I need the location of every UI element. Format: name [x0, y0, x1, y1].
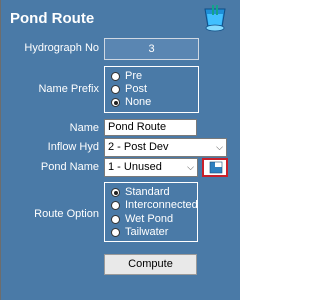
- panel-title: Pond Route: [10, 10, 95, 27]
- name-prefix-option-none[interactable]: None: [111, 97, 151, 108]
- radio-button[interactable]: [111, 228, 120, 237]
- pond-name-dropdown[interactable]: 1 - Unused ⌵: [104, 158, 198, 177]
- pond-edit-button[interactable]: [202, 158, 228, 177]
- inflow-hyd-value: 2 - Post Dev: [108, 141, 169, 153]
- route-option-wet-pond[interactable]: Wet Pond: [111, 214, 173, 225]
- radio-button-selected[interactable]: [111, 98, 120, 107]
- radio-button[interactable]: [111, 85, 120, 94]
- hydrograph-label: Hydrograph No: [24, 42, 99, 54]
- route-option-interconnected[interactable]: Interconnected: [111, 200, 198, 211]
- name-prefix-label: Name Prefix: [38, 83, 99, 95]
- route-option-label: Route Option: [34, 208, 99, 220]
- route-option-standard[interactable]: Standard: [111, 187, 170, 198]
- pond-edit-icon: [209, 161, 223, 174]
- pond-name-label: Pond Name: [40, 161, 99, 173]
- name-prefix-group: Pre Post None: [104, 66, 199, 113]
- pond-icon: [202, 5, 228, 33]
- compute-button[interactable]: Compute: [104, 254, 197, 275]
- pond-route-panel: Pond Route Hydrograph No 3 Name Prefix P…: [0, 0, 240, 300]
- radio-button[interactable]: [111, 215, 120, 224]
- inflow-hyd-label: Inflow Hyd: [47, 141, 99, 153]
- chevron-down-icon: ⌵: [216, 142, 223, 152]
- route-option-tailwater[interactable]: Tailwater: [111, 227, 168, 238]
- name-prefix-option-post[interactable]: Post: [111, 84, 147, 95]
- pond-name-value: 1 - Unused: [108, 161, 162, 173]
- name-input[interactable]: Pond Route: [104, 119, 197, 136]
- name-prefix-option-pre[interactable]: Pre: [111, 71, 142, 82]
- radio-button[interactable]: [111, 201, 120, 210]
- route-option-group: Standard Interconnected Wet Pond Tailwat…: [104, 182, 198, 242]
- hydrograph-number-field[interactable]: 3: [104, 38, 199, 60]
- name-label: Name: [69, 122, 99, 134]
- chevron-down-icon: ⌵: [187, 162, 194, 172]
- radio-button[interactable]: [111, 72, 120, 81]
- inflow-hyd-dropdown[interactable]: 2 - Post Dev ⌵: [104, 138, 227, 157]
- radio-button-selected[interactable]: [111, 188, 120, 197]
